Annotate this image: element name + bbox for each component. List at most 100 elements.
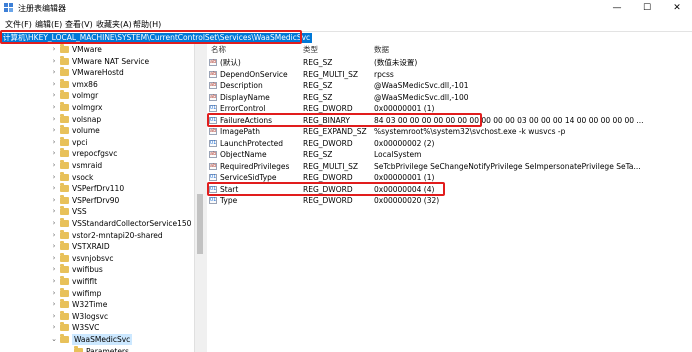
tree-scroll-thumb[interactable] (197, 194, 203, 254)
tree-item[interactable]: › W3logsvc (0, 310, 194, 322)
tree-item[interactable]: › VSStandardCollectorService150 (0, 218, 194, 229)
menu-view[interactable]: 查看(V) (65, 19, 93, 30)
value-row[interactable]: ab Description REG_SZ @WaaSMedicSvc.dll,-10… (207, 80, 692, 91)
value-data: LocalSystem (374, 150, 422, 159)
chevron-right-icon[interactable]: › (50, 322, 58, 333)
tree-item-label: vwififlt (72, 277, 98, 286)
folder-icon (60, 310, 69, 320)
value-row[interactable]: 01 LaunchProtected REG_DWORD 0x00000002 (2) (207, 138, 692, 149)
tree-item[interactable]: ⌄ WaaSMedicSvc (0, 334, 194, 345)
menu-help[interactable]: 帮助(H) (133, 19, 161, 30)
value-row[interactable]: ab ImagePath REG_EXPAND_SZ %systemroot%\sys… (207, 126, 692, 137)
value-row[interactable]: ab (默认) REG_SZ (数值未设置) (207, 57, 692, 68)
tree-item[interactable]: › VSS (0, 206, 194, 217)
value-list[interactable]: 名称 类型 数据 ab (默认) REG_SZ (数值未设置) ab DependOnSe… (207, 44, 692, 352)
tree-item[interactable]: › volume (0, 125, 194, 136)
chevron-right-icon[interactable]: › (50, 125, 58, 136)
chevron-right-icon[interactable]: › (50, 67, 58, 78)
column-header-type[interactable]: 类型 (303, 44, 318, 55)
tree-item-label: vrepocfgsvc (72, 149, 118, 159)
tree-item[interactable]: › vrepocfgsvc (0, 148, 194, 159)
tree-item[interactable]: › VMware NAT Service (0, 55, 194, 67)
chevron-right-icon[interactable]: › (50, 218, 58, 229)
key-tree[interactable]: › VMware › VMware NAT Service › VMwareHostd › v… (0, 44, 194, 352)
tree-item-label: vsvnjobsvc (72, 253, 114, 263)
tree-item[interactable]: › VMware (0, 44, 194, 55)
binary-value-icon: 01 (209, 174, 217, 181)
tree-item[interactable]: › W32Time (0, 299, 194, 310)
folder-icon (60, 44, 69, 53)
menu-edit[interactable]: 编辑(E) (35, 19, 62, 30)
tree-item[interactable]: › vwififlt (0, 276, 194, 287)
maximize-button[interactable]: ☐ (632, 0, 662, 17)
tree-item[interactable]: › VSPerfDrv90 (0, 194, 194, 206)
chevron-right-icon[interactable]: › (50, 311, 58, 322)
tree-item[interactable]: › vpci (0, 136, 194, 148)
menu-file[interactable]: 文件(F) (5, 19, 32, 30)
chevron-right-icon[interactable]: › (50, 137, 58, 148)
chevron-right-icon[interactable]: › (50, 230, 58, 241)
tree-item[interactable]: › vmx86 (0, 78, 194, 90)
tree-item[interactable]: › vsock (0, 171, 194, 183)
tree-item[interactable]: › volsnap (0, 113, 194, 125)
value-row[interactable]: ab RequiredPrivileges REG_MULTI_SZ SeTcbPri… (207, 161, 692, 172)
folder-icon (60, 322, 69, 332)
minimize-button[interactable]: — (602, 0, 632, 17)
chevron-right-icon[interactable]: › (50, 160, 58, 171)
chevron-right-icon[interactable]: › (50, 183, 58, 194)
value-name: DependOnService (220, 69, 288, 79)
chevron-right-icon[interactable]: › (50, 148, 58, 159)
chevron-right-icon[interactable]: › (50, 172, 58, 183)
value-row[interactable]: ab DependOnService REG_MULTI_SZ rpcss (207, 69, 692, 80)
tree-item-label: Parameters (86, 346, 129, 352)
column-header-name[interactable]: 名称 (211, 44, 226, 55)
chevron-right-icon[interactable]: › (50, 206, 58, 217)
tree-item[interactable]: Parameters (0, 345, 194, 352)
tree-item-label: VSS (72, 207, 87, 217)
tree-item[interactable]: › VMwareHostd (0, 67, 194, 78)
chevron-right-icon[interactable]: › (50, 253, 58, 264)
tree-item[interactable]: › vstor2-mntapi20-shared (0, 229, 194, 241)
tree-item[interactable]: › W3SVC (0, 322, 194, 333)
chevron-right-icon[interactable]: › (50, 264, 58, 275)
chevron-down-icon[interactable]: ⌄ (50, 334, 58, 345)
value-row[interactable]: 01 Type REG_DWORD 0x00000020 (32) (207, 195, 692, 206)
folder-icon (60, 241, 69, 251)
chevron-right-icon[interactable]: › (50, 195, 58, 206)
folder-icon (60, 287, 69, 297)
menu-favorites[interactable]: 收藏夹(A) (96, 19, 132, 30)
column-header-data[interactable]: 数据 (374, 44, 389, 55)
chevron-right-icon[interactable]: › (50, 299, 58, 310)
chevron-right-icon[interactable]: › (50, 114, 58, 125)
chevron-right-icon[interactable]: › (50, 90, 58, 101)
tree-item-label: W3logsvc (72, 311, 109, 321)
tree-item[interactable]: › vsmraid (0, 160, 194, 171)
string-value-icon: ab (209, 70, 217, 78)
value-row[interactable]: ab DisplayName REG_SZ @WaaSMedicSvc.dll,-10… (207, 92, 692, 103)
chevron-right-icon[interactable]: › (50, 102, 58, 113)
tree-item[interactable]: › volmgrx (0, 102, 194, 113)
folder-icon (60, 78, 69, 88)
value-data: 0x00000002 (2) (374, 138, 435, 148)
chevron-right-icon[interactable]: › (50, 241, 58, 252)
folder-icon (60, 55, 69, 65)
tree-item[interactable]: › vwifimp (0, 287, 194, 299)
chevron-right-icon[interactable]: › (50, 79, 58, 90)
tree-item[interactable]: › vwifibus (0, 264, 194, 275)
close-button[interactable]: ✕ (662, 0, 692, 17)
tree-item-label: VMware (72, 45, 102, 54)
string-value-icon: ab (209, 59, 217, 66)
tree-item[interactable]: › volmgr (0, 90, 194, 101)
tree-item[interactable]: › VSPerfDrv110 (0, 183, 194, 194)
tree-item[interactable]: › VSTXRAID (0, 241, 194, 252)
chevron-right-icon[interactable]: › (50, 288, 58, 299)
chevron-right-icon[interactable]: › (50, 276, 58, 287)
value-type: REG_MULTI_SZ (303, 161, 359, 171)
tree-item-label: VMware NAT Service (72, 56, 150, 66)
chevron-right-icon[interactable]: › (50, 44, 58, 55)
chevron-right-icon[interactable]: › (50, 56, 58, 67)
tree-item-label: volmgr (72, 91, 99, 101)
tree-item[interactable]: › vsvnjobsvc (0, 252, 194, 264)
value-row[interactable]: ab ObjectName REG_SZ LocalSystem (207, 149, 692, 160)
value-name: DisplayName (220, 92, 270, 102)
